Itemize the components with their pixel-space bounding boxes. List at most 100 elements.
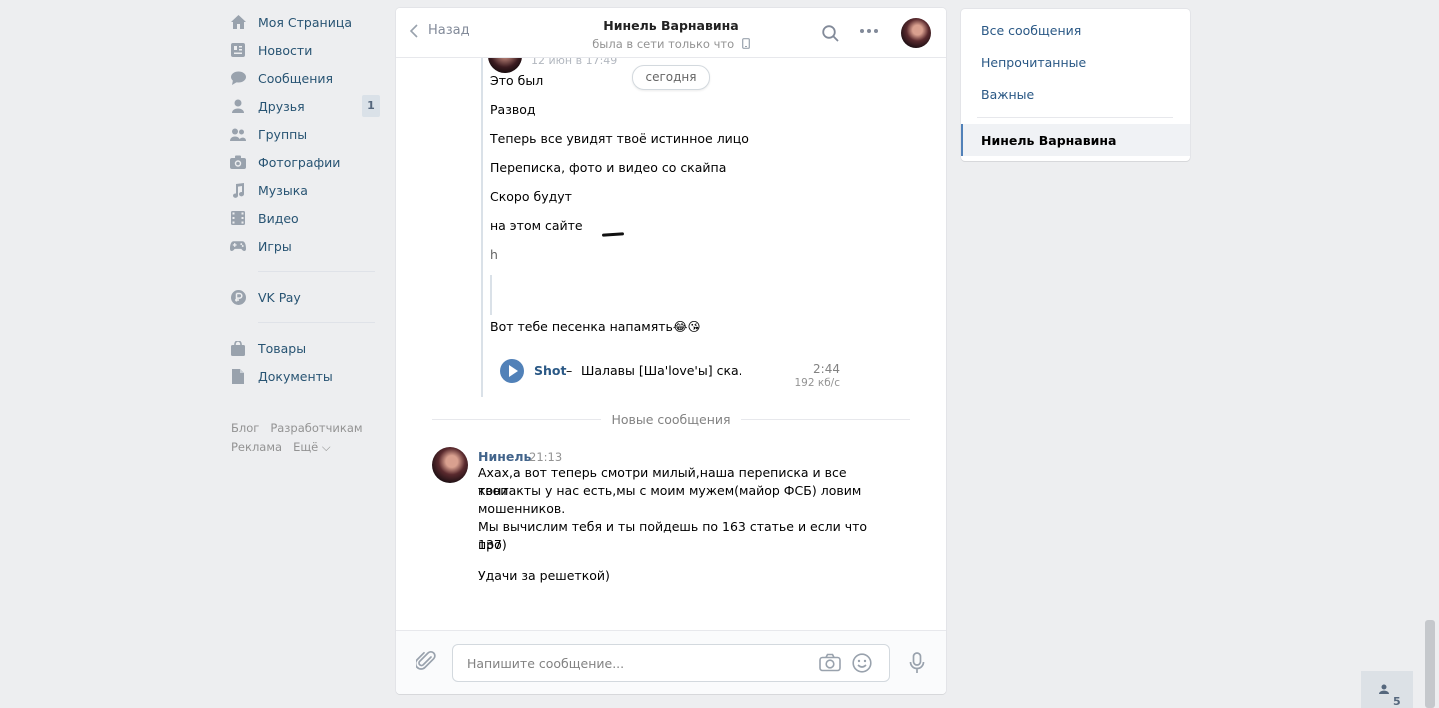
filter-important[interactable]: Важные xyxy=(981,87,1034,102)
message-line: мошенников. xyxy=(478,501,566,516)
more-icon[interactable] xyxy=(859,28,879,34)
document-icon xyxy=(230,368,246,384)
message-history: 12 июн в 17:49 сегодня Это был Развод Те… xyxy=(396,57,946,630)
microphone-icon[interactable] xyxy=(909,652,925,674)
footer-links: Блог Разработчикам Реклама Ещё ⌵ xyxy=(231,419,381,457)
online-count-wrap: 5 xyxy=(1377,683,1401,708)
audio-bitrate: 192 кб/с xyxy=(794,377,840,389)
friends-icon xyxy=(230,98,246,114)
dialog-filter-menu: Все сообщения Непрочитанные Важные Нинел… xyxy=(961,9,1190,161)
peer-avatar[interactable] xyxy=(901,18,931,48)
nav-label: Документы xyxy=(258,368,333,384)
play-icon[interactable] xyxy=(500,359,524,383)
active-dialog-label: Нинель Варнавина xyxy=(981,133,1117,148)
message-input[interactable] xyxy=(465,645,809,681)
nav-separator xyxy=(258,322,375,323)
nav-music[interactable]: Музыка xyxy=(230,176,380,204)
nav-groups[interactable]: Группы xyxy=(230,120,380,148)
forwarded-border xyxy=(481,57,483,397)
games-icon xyxy=(230,238,246,254)
home-icon xyxy=(230,14,246,30)
forwarded-avatar[interactable] xyxy=(488,57,522,73)
online-friends-button[interactable]: 5 xyxy=(1361,671,1413,708)
footer-blog-link[interactable]: Блог xyxy=(231,421,259,435)
chat-header: Назад Нинель Варнавина была в сети тольк… xyxy=(396,8,946,58)
nav-video[interactable]: Видео xyxy=(230,204,380,232)
nav-label: Игры xyxy=(258,238,292,254)
date-pill: сегодня xyxy=(632,65,710,90)
message-author[interactable]: Нинель xyxy=(478,449,531,464)
filter-unread[interactable]: Непрочитанные xyxy=(981,55,1086,70)
footer-ads-link[interactable]: Реклама xyxy=(231,440,282,454)
news-icon xyxy=(230,42,246,58)
nav-documents[interactable]: Документы xyxy=(230,362,380,390)
forwarded-line: на этом сайте xyxy=(490,218,583,233)
vkpay-icon xyxy=(230,289,246,305)
nav-label: Новости xyxy=(258,42,313,58)
message-input-box xyxy=(452,644,890,682)
nav-my-page[interactable]: Моя Страница xyxy=(230,8,380,36)
new-messages-label: Новые сообщения xyxy=(601,412,741,427)
camera-icon[interactable] xyxy=(819,653,841,672)
message-line: контакты у нас есть,мы с моим мужем(майо… xyxy=(478,483,862,498)
nav-games[interactable]: Игры xyxy=(230,232,380,260)
nav-label: Музыка xyxy=(258,182,308,198)
audio-title[interactable]: Шалавы [Ша'love'ы] ска... xyxy=(581,363,741,378)
left-sidebar: Моя Страница Новости Сообщения Друзья 1 … xyxy=(230,8,380,390)
footer-dev-link[interactable]: Разработчикам xyxy=(270,421,362,435)
nav-label: Друзья xyxy=(258,98,305,114)
forwarded-line: Переписка, фото и видео со скайпа xyxy=(490,160,727,175)
nav-label: Товары xyxy=(258,340,307,356)
audio-dash: – xyxy=(566,363,573,378)
groups-icon xyxy=(230,126,246,142)
redaction-mark xyxy=(601,232,625,237)
forwarded-line: Это был xyxy=(490,73,544,88)
message-line: 137) xyxy=(478,537,507,552)
nav-label: VK Pay xyxy=(258,289,301,305)
search-icon[interactable] xyxy=(822,25,839,42)
paperclip-icon[interactable] xyxy=(416,650,436,672)
chat-icon xyxy=(230,70,246,86)
emoji-icon[interactable] xyxy=(852,653,872,673)
forwarded-line: Вот тебе песенка напамять😂😘 xyxy=(490,319,701,334)
active-dialog-item[interactable]: Нинель Варнавина xyxy=(961,124,1190,156)
audio-duration: 2:44 xyxy=(813,362,840,376)
user-icon xyxy=(1379,684,1389,694)
quote-bar xyxy=(490,275,492,315)
message-time[interactable]: 21:13 xyxy=(529,450,562,464)
message-avatar[interactable] xyxy=(432,447,468,483)
nav-label: Моя Страница xyxy=(258,14,352,30)
menu-separator xyxy=(977,117,1173,118)
bag-icon xyxy=(230,340,246,356)
composer xyxy=(396,630,946,694)
nav-separator xyxy=(258,271,375,272)
nav-messages[interactable]: Сообщения xyxy=(230,64,380,92)
audio-artist[interactable]: Shot xyxy=(534,363,566,378)
nav-news[interactable]: Новости xyxy=(230,36,380,64)
mobile-icon xyxy=(741,38,750,49)
music-icon xyxy=(230,182,246,198)
filter-all-messages[interactable]: Все сообщения xyxy=(981,23,1081,38)
forwarded-line: h xyxy=(490,247,498,262)
message-line: Удачи за решеткой) xyxy=(478,568,610,583)
nav-vkpay[interactable]: VK Pay xyxy=(230,283,380,311)
forwarded-line: Развод xyxy=(490,102,536,117)
page-scrollbar[interactable] xyxy=(1425,620,1435,708)
peer-status-text: была в сети только что xyxy=(592,37,735,51)
forwarded-line: Скоро будут xyxy=(490,189,572,204)
nav-photos[interactable]: Фотографии xyxy=(230,148,380,176)
nav-label: Видео xyxy=(258,210,299,226)
online-count: 5 xyxy=(1393,695,1401,708)
footer-more-link[interactable]: Ещё ⌵ xyxy=(293,440,331,454)
camera-icon xyxy=(230,154,246,170)
nav-goods[interactable]: Товары xyxy=(230,334,380,362)
peer-status: была в сети только что xyxy=(396,37,946,51)
forwarded-line: Теперь все увидят твоё истинное лицо xyxy=(490,131,749,146)
video-icon xyxy=(230,210,246,226)
new-messages-divider: Новые сообщения xyxy=(396,412,946,427)
friends-badge: 1 xyxy=(362,95,380,117)
audio-attachment: Shot – Шалавы [Ша'love'ы] ска... 2:44 19… xyxy=(500,357,840,389)
chat-panel: Назад Нинель Варнавина была в сети тольк… xyxy=(396,8,946,694)
nav-friends[interactable]: Друзья 1 xyxy=(230,92,380,120)
forwarded-date: 12 июн в 17:49 xyxy=(531,57,618,67)
